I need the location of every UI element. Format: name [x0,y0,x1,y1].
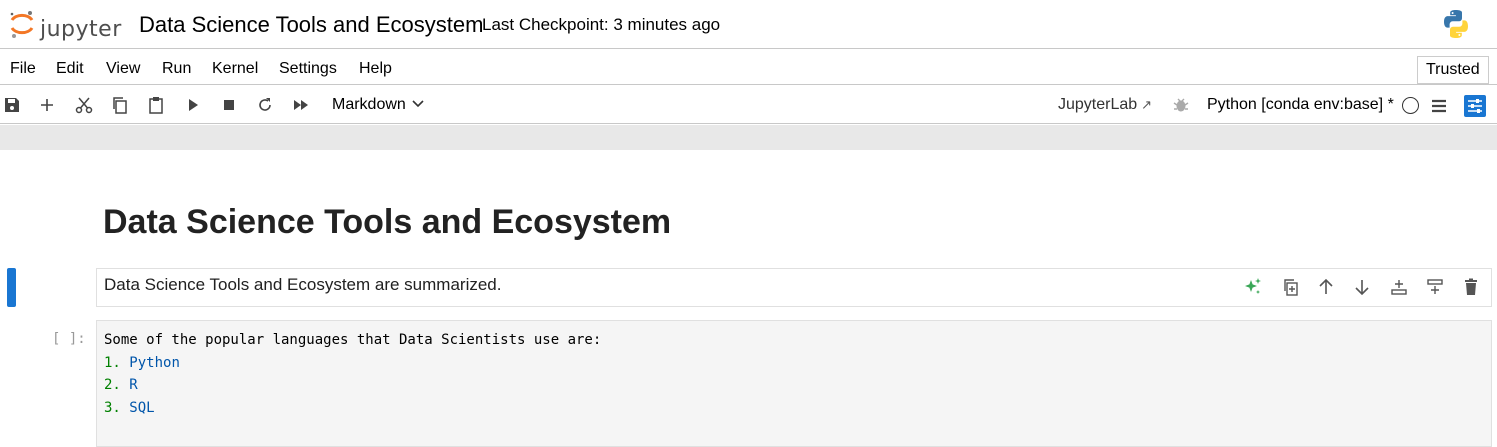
save-icon[interactable] [3,96,21,114]
move-down-icon[interactable] [1352,277,1372,297]
trusted-button[interactable]: Trusted [1417,56,1489,84]
python-logo-icon [1440,8,1472,40]
insert-below-icon[interactable] [1389,277,1409,297]
list-text: SQL [129,399,155,416]
markdown-heading: Data Science Tools and Ecosystem [103,203,672,241]
jupyter-logo-icon [10,11,34,38]
kernel-status-icon [1402,97,1419,114]
bug-icon[interactable] [1172,96,1190,114]
menu-file[interactable]: File [10,60,36,78]
code-line: 2. R [104,374,601,397]
menu-edit[interactable]: Edit [56,60,84,78]
move-up-icon[interactable] [1316,277,1336,297]
menu-bar: File Edit View Run Kernel Settings Help … [0,50,1497,85]
menu-settings[interactable]: Settings [279,60,337,78]
fast-forward-icon[interactable] [292,96,310,114]
checkpoint-status: Last Checkpoint: 3 minutes ago [482,15,721,34]
code-cell[interactable]: Some of the popular languages that Data … [96,320,1492,447]
property-inspector-icon[interactable] [1464,95,1486,117]
menu-kernel[interactable]: Kernel [212,60,258,78]
jupyterlab-label: JupyterLab [1058,96,1138,113]
toolbar: Markdown JupyterLab ↗ Python [conda env:b… [0,86,1497,124]
menu-view[interactable]: View [106,60,140,78]
copy-icon[interactable] [111,96,129,114]
kernel-name[interactable]: Python [conda env:base] * [1207,96,1394,114]
list-number: 1. [104,354,121,371]
delete-icon[interactable] [1461,277,1481,297]
jupyterlab-link[interactable]: JupyterLab ↗ [1058,96,1152,114]
paste-icon[interactable] [147,96,165,114]
run-icon[interactable] [184,96,202,114]
logo-text: jupyter [40,17,122,42]
markdown-cell[interactable]: Data Science Tools and Ecosystem are sum… [96,268,1492,307]
cell-prompt: [ ]: [52,331,86,347]
notebook-title[interactable]: Data Science Tools and Ecosystem [139,12,483,38]
cell-type-dropdown[interactable]: Markdown [332,96,424,114]
chevron-down-icon [412,96,424,114]
jupyter-logo[interactable]: jupyter [8,8,128,42]
menu-run[interactable]: Run [162,60,191,78]
code-line: Some of the popular languages that Data … [104,332,602,348]
code-editor[interactable]: Some of the popular languages that Data … [104,329,601,419]
restart-icon[interactable] [256,96,274,114]
hamburger-icon[interactable] [1430,97,1448,115]
cut-icon[interactable] [75,96,93,114]
list-number: 3. [104,399,121,416]
insert-above-icon[interactable] [1425,277,1445,297]
menu-help[interactable]: Help [359,60,392,78]
external-link-icon: ↗ [1141,97,1153,112]
list-text: Python [129,354,180,371]
notebook-top-spacer [0,125,1497,150]
cell-type-label: Markdown [332,96,406,113]
sparkle-icon[interactable] [1243,277,1263,297]
stop-icon[interactable] [220,96,238,114]
add-icon[interactable] [38,96,56,114]
list-number: 2. [104,377,121,393]
list-text: R [129,377,138,393]
code-line: 1. Python [104,352,601,375]
active-cell-indicator [7,268,16,307]
duplicate-icon[interactable] [1281,277,1301,297]
code-line: 3. SQL [104,397,601,420]
markdown-cell-text: Data Science Tools and Ecosystem are sum… [104,275,502,294]
header: jupyter Data Science Tools and Ecosystem… [0,0,1497,49]
